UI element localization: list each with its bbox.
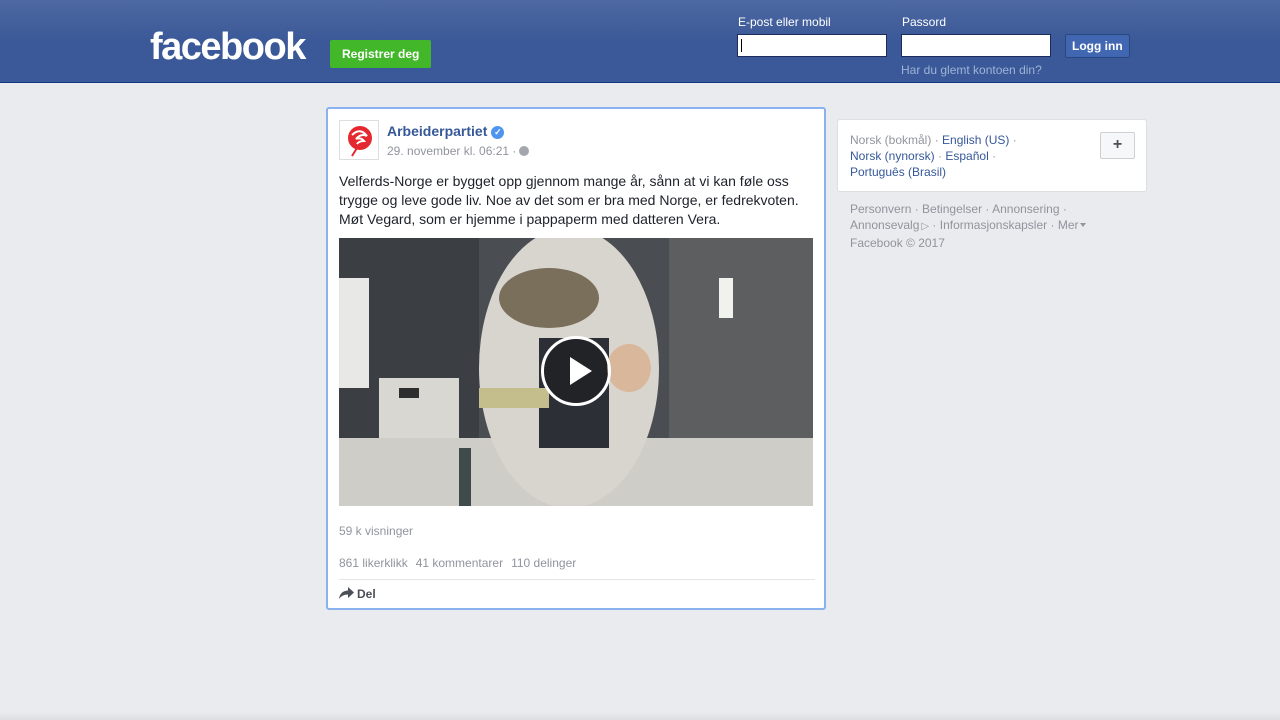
- copyright: Facebook © 2017: [850, 236, 945, 250]
- separator: ·: [1012, 133, 1017, 147]
- engagement-stats: 861 likerklikk 41 kommentarer 110 delinger: [339, 556, 584, 570]
- language-link[interactable]: English (US): [942, 133, 1009, 147]
- view-count: 59 k visninger: [339, 524, 414, 538]
- shares-count[interactable]: 110 delinger: [511, 556, 576, 570]
- footer-link[interactable]: Annonsevalg ▷: [850, 218, 929, 232]
- footer-link[interactable]: Informasjonskapsler: [940, 218, 1047, 232]
- verified-checkmark-icon: ✓: [491, 126, 505, 139]
- footer-links: Personvern · Betingelser · Annonsering ·…: [850, 201, 1150, 251]
- top-bar: facebook Registrer deg E-post eller mobi…: [0, 0, 1280, 83]
- separator: ·: [938, 149, 943, 163]
- password-label: Passord: [902, 15, 947, 29]
- post-text: Velferds-Norge er bygget opp gjennom man…: [339, 173, 799, 227]
- current-language: Norsk (bokmål): [850, 133, 932, 147]
- language-link[interactable]: Norsk (nynorsk): [850, 149, 935, 163]
- add-language-button[interactable]: +: [1100, 132, 1135, 159]
- timestamp-text[interactable]: 29. november kl. 06:21 ·: [387, 144, 516, 158]
- password-field[interactable]: [901, 34, 1051, 57]
- text-cursor: [741, 39, 742, 52]
- share-button[interactable]: Del: [339, 587, 376, 601]
- post-timestamp[interactable]: 29. november kl. 06:21 ·: [387, 144, 530, 158]
- language-selector: Norsk (bokmål) · English (US) · Norsk (n…: [837, 119, 1147, 192]
- page-name[interactable]: Arbeiderpartiet: [387, 123, 487, 139]
- email-label: E-post eller mobil: [738, 15, 831, 29]
- language-link[interactable]: Español: [945, 149, 988, 163]
- separator: ·: [992, 149, 997, 163]
- language-link[interactable]: Português (Brasil): [850, 165, 946, 179]
- more-link[interactable]: Mer: [1058, 218, 1086, 232]
- comments-count[interactable]: 41 kommentarer: [416, 556, 503, 570]
- adchoices-icon: ▷: [921, 221, 930, 232]
- register-button[interactable]: Registrer deg: [330, 40, 432, 68]
- more-label[interactable]: Mer: [1058, 218, 1079, 232]
- bottom-shadow: [0, 712, 1280, 720]
- chevron-down-icon: [1079, 223, 1086, 227]
- share-label: Del: [357, 587, 376, 601]
- forgot-account-link[interactable]: Har du glemt kontoen din?: [901, 63, 1042, 77]
- footer-link[interactable]: Betingelser: [922, 202, 982, 216]
- video-player[interactable]: [339, 238, 813, 506]
- play-button-icon[interactable]: [541, 336, 611, 406]
- language-list: Norsk (bokmål) · English (US) · Norsk (n…: [850, 132, 1040, 180]
- separator: ·: [934, 133, 939, 147]
- footer-link[interactable]: Personvern: [850, 202, 911, 216]
- divider: [339, 579, 815, 580]
- likes-count[interactable]: 861 likerklikk: [339, 556, 408, 570]
- email-field[interactable]: [737, 34, 887, 57]
- page-avatar[interactable]: [339, 120, 379, 160]
- rose-logo-icon: [348, 126, 372, 157]
- share-arrow-icon: [339, 587, 354, 599]
- page-name-link[interactable]: Arbeiderpartiet ✓: [387, 123, 505, 139]
- footer-link[interactable]: Annonsering: [992, 202, 1059, 216]
- login-button[interactable]: Logg inn: [1065, 34, 1130, 58]
- facebook-logo[interactable]: facebook: [150, 26, 306, 69]
- post-card: Arbeiderpartiet ✓ 29. november kl. 06:21 …: [326, 107, 826, 610]
- adchoices-label[interactable]: Annonsevalg: [850, 218, 919, 232]
- globe-icon: [519, 146, 530, 156]
